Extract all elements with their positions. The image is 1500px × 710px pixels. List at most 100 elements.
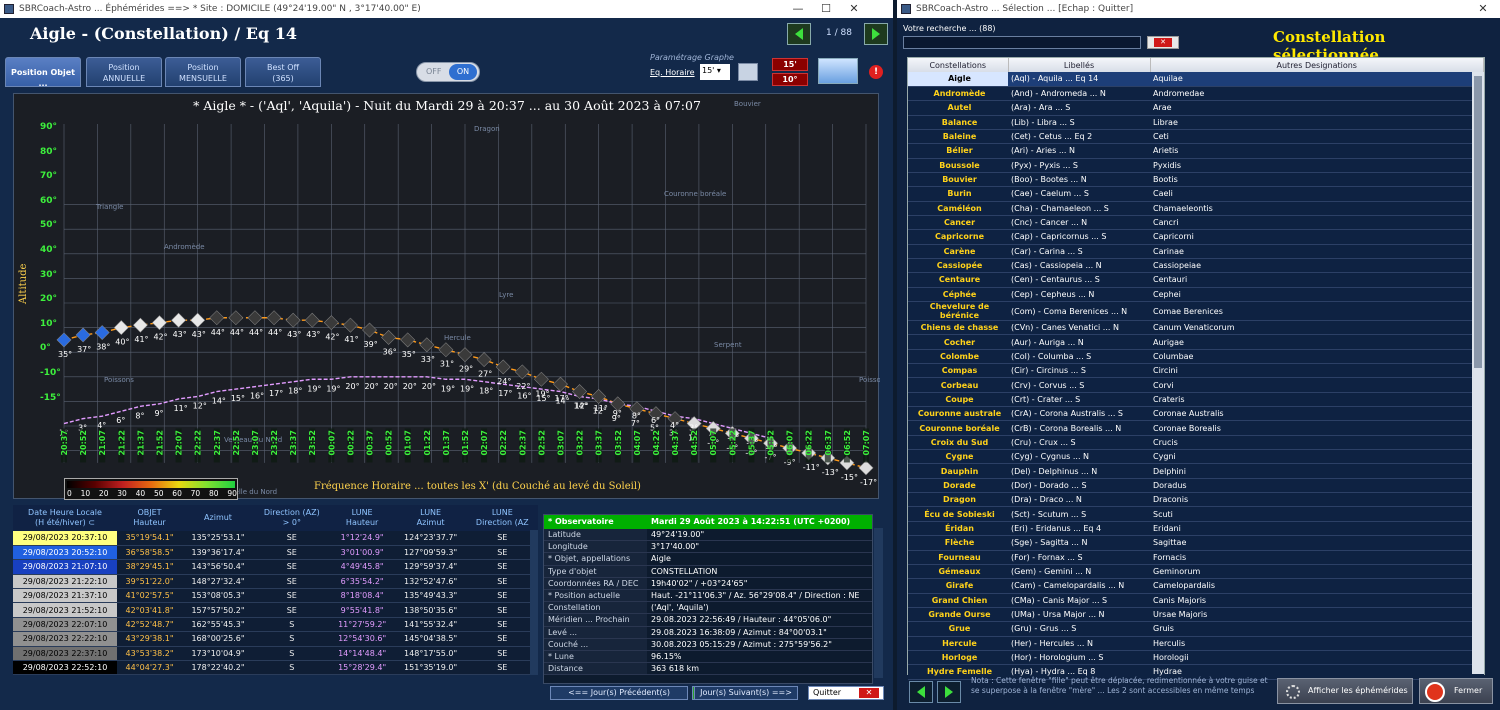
tab-best-off[interactable]: Best Off (365) <box>245 57 321 87</box>
image-gallery-icon[interactable] <box>818 58 858 84</box>
col-header[interactable]: LUNE Direction (AZ <box>466 505 538 531</box>
constellation-row[interactable]: Écu de Sobieski (Sct) - Scutum ... S Scuti <box>908 506 1484 522</box>
constellation-row[interactable]: Chevelure de bérénice (Com) - Coma Bereni… <box>908 301 1484 321</box>
constellation-row[interactable]: Céphée (Cep) - Cepheus ... N Cephei <box>908 287 1484 303</box>
tab-position-objet[interactable]: Position Objet ... <box>5 57 81 88</box>
col-header[interactable]: LUNE Azimut <box>394 505 467 531</box>
tab-position-mensuelle[interactable]: Position MENSUELLE <box>165 57 241 87</box>
constellation-row[interactable]: Aigle (Aql) - Aquila ... Eq 14 Aquilae <box>908 72 1484 87</box>
tab-position-annuelle[interactable]: Position ANNUELLE <box>86 57 162 87</box>
clear-search-button[interactable]: ✕ <box>1147 36 1179 49</box>
maximize-button[interactable]: ☐ <box>812 0 840 18</box>
constellation-row[interactable]: Bouvier (Boo) - Bootes ... N Bootis <box>908 172 1484 188</box>
constellation-row[interactable]: Cygne (Cyg) - Cygnus ... N Cygni <box>908 449 1484 465</box>
next-page-button[interactable] <box>864 23 888 45</box>
time-label: 01:22 <box>423 430 432 455</box>
info-scrollbar[interactable] <box>874 528 883 678</box>
table-row[interactable]: 29/08/2023 21:07:10 38°29'45.1" 143°56'50.… <box>13 559 538 575</box>
constellation-row[interactable]: Dauphin (Del) - Delphinus ... N Delphini <box>908 463 1484 479</box>
constellation-row[interactable]: Dragon (Dra) - Draco ... N Draconis <box>908 492 1484 508</box>
minimize-button[interactable]: — <box>784 0 812 18</box>
constellation-row[interactable]: Fourneau (For) - Fornax ... S Fornacis <box>908 550 1484 565</box>
table-cell: 15°28'29.4" <box>329 660 395 676</box>
col-constellations[interactable]: Constellations <box>908 58 1009 72</box>
constellation-row[interactable]: Compas (Cir) - Circinus ... S Circini <box>908 363 1484 379</box>
constellation-row[interactable]: Couronne australe (CrA) - Corona Australi… <box>908 406 1484 422</box>
constellation-row[interactable]: Andromède (And) - Andromeda ... N Andromed… <box>908 86 1484 102</box>
calendar-clock-icon[interactable] <box>738 63 758 81</box>
table-row[interactable]: 29/08/2023 22:22:10 43°29'38.1" 168°00'25.… <box>13 631 538 647</box>
moon-alt-label: 14° <box>555 397 569 406</box>
constellation-row[interactable]: Cocher (Aur) - Auriga ... N Aurigae <box>908 334 1484 350</box>
constellation-row[interactable]: Bélier (Ari) - Aries ... N Arietis <box>908 143 1484 159</box>
constellation-row[interactable]: Centaure (Cen) - Centaurus ... S Centauri <box>908 272 1484 288</box>
col-header[interactable]: Date Heure Locale (H été/hiver) ⊂ <box>13 505 117 531</box>
constellation-cell: Corvi <box>1150 377 1484 393</box>
show-ephemerides-label: Afficher les éphémérides <box>1308 686 1408 695</box>
table-row[interactable]: 29/08/2023 22:37:10 43°53'38.2" 173°10'04.… <box>13 646 538 662</box>
next-day-button[interactable]: Jour(s) Suivant(s) ==> <box>694 686 798 700</box>
constellation-row[interactable]: Couronne boréale (CrB) - Corona Borealis … <box>908 420 1484 436</box>
object-alt-label: 35° <box>58 350 72 359</box>
col-header[interactable]: LUNE Hauteur <box>329 505 395 531</box>
interval-badge[interactable]: 15' <box>772 58 808 71</box>
constellation-row[interactable]: Grande Ourse (UMa) - Ursa Major ... N Ursa… <box>908 607 1484 623</box>
table-scrollbar[interactable] <box>530 530 538 675</box>
table-row[interactable]: 29/08/2023 20:37:10 35°19'54.1" 135°25'53.… <box>13 531 538 546</box>
constellation-row[interactable]: Chiens de chasse (CVn) - Canes Venatici .… <box>908 320 1484 336</box>
constellation-row[interactable]: Capricorne (Cap) - Capricornus ... S Capri… <box>908 229 1484 245</box>
col-header[interactable]: OBJET Hauteur <box>117 505 183 531</box>
object-marker <box>438 342 454 358</box>
table-row[interactable]: 29/08/2023 22:07:10 42°52'48.7" 162°55'45.… <box>13 617 538 633</box>
constellation-row[interactable]: Grue (Gru) - Grus ... S Gruis <box>908 621 1484 637</box>
constellation-row[interactable]: Croix du Sud (Cru) - Crux ... S Crucis <box>908 435 1484 451</box>
col-header[interactable]: Azimut <box>182 505 254 531</box>
constellation-row[interactable]: Balance (Lib) - Libra ... S Librae <box>908 115 1484 130</box>
eq-horaire-select[interactable]: 15' ▾ <box>700 64 730 80</box>
constellation-row[interactable]: Corbeau (Crv) - Corvus ... S Corvi <box>908 377 1484 393</box>
previous-day-button[interactable]: <== Jour(s) Précédent(s) <box>550 686 688 700</box>
close-button-2[interactable]: ✕ <box>1469 0 1497 18</box>
col-libelles[interactable]: Libellés <box>1008 58 1151 72</box>
col-header[interactable]: Direction (AZ) > 0° <box>253 505 330 531</box>
constellation-row[interactable]: Carène (Car) - Carina ... S Carinae <box>908 244 1484 259</box>
table-row[interactable]: 29/08/2023 21:22:10 39°51'22.0" 148°27'32.… <box>13 574 538 590</box>
scrollbar-thumb[interactable] <box>1474 76 1482 368</box>
constellation-row[interactable]: Grand Chien (CMa) - Canis Major ... S Cani… <box>908 593 1484 608</box>
constellation-row[interactable]: Baleine (Cet) - Cetus ... Eq 2 Ceti <box>908 129 1484 145</box>
constellation-row[interactable]: Burin (Cae) - Caelum ... S Caeli <box>908 186 1484 202</box>
constellation-row[interactable]: Colombe (Col) - Columba ... S Columbae <box>908 349 1484 365</box>
table-row[interactable]: 29/08/2023 21:37:10 41°02'57.5" 153°08'05.… <box>13 588 538 604</box>
constellation-row[interactable]: Boussole (Pyx) - Pyxis ... S Pyxidis <box>908 158 1484 173</box>
search-input[interactable] <box>903 36 1141 49</box>
constellation-row[interactable]: Éridan (Eri) - Eridanus ... Eq 4 Eridani <box>908 521 1484 537</box>
constellation-row[interactable]: Cassiopée (Cas) - Cassiopeia ... N Cassiop… <box>908 258 1484 274</box>
constellation-row[interactable]: Cancer (Cnc) - Cancer ... N Cancri <box>908 215 1484 231</box>
table-row[interactable]: 29/08/2023 21:52:10 42°03'41.8" 157°57'50.… <box>13 602 538 618</box>
constellation-row[interactable]: Hercule (Her) - Hercules ... N Herculis <box>908 636 1484 651</box>
constellation-row[interactable]: Girafe (Cam) - Camelopardalis ... N Camelo… <box>908 578 1484 594</box>
object-marker <box>533 371 549 387</box>
constellation-row[interactable]: Autel (Ara) - Ara ... S Arae <box>908 100 1484 116</box>
constellation-row[interactable]: Gémeaux (Gem) - Gemini ... N Geminorum <box>908 564 1484 580</box>
quit-button[interactable]: Quitter ✕ <box>808 686 884 700</box>
constellation-row[interactable]: Flèche (Sge) - Sagitta ... N Sagittae <box>908 535 1484 551</box>
constellation-row[interactable]: Horloge (Hor) - Horologium ... S Horologii <box>908 650 1484 666</box>
prev-item-button[interactable] <box>909 681 933 703</box>
table-row[interactable]: 29/08/2023 20:52:10 36°58'58.5" 139°36'17.… <box>13 545 538 561</box>
prev-page-button[interactable] <box>787 23 811 45</box>
table-row[interactable]: 29/08/2023 22:52:10 44°04'27.3" 178°22'40.… <box>13 660 538 676</box>
altitude-badge[interactable]: 10° <box>772 73 808 86</box>
close-window-button[interactable]: Fermer <box>1419 678 1493 704</box>
constellation-cell: (Her) - Hercules ... N <box>1008 636 1150 651</box>
constellation-row[interactable]: Caméléon (Cha) - Chamaeleon ... S Chamaele… <box>908 201 1484 216</box>
constellation-row[interactable]: Dorade (Dor) - Dorado ... S Doradus <box>908 478 1484 494</box>
close-button[interactable]: ✕ <box>840 0 868 18</box>
on-off-toggle[interactable]: OFF ON <box>416 62 480 82</box>
col-autres-designations[interactable]: Autres Designations <box>1150 58 1484 72</box>
alert-icon[interactable]: ! <box>869 65 883 79</box>
constellation-row[interactable]: Coupe (Crt) - Crater ... S Crateris <box>908 392 1484 408</box>
next-item-button[interactable] <box>937 681 961 703</box>
show-ephemerides-button[interactable]: Afficher les éphémérides <box>1277 678 1413 704</box>
list-scrollbar[interactable] <box>1472 72 1484 674</box>
